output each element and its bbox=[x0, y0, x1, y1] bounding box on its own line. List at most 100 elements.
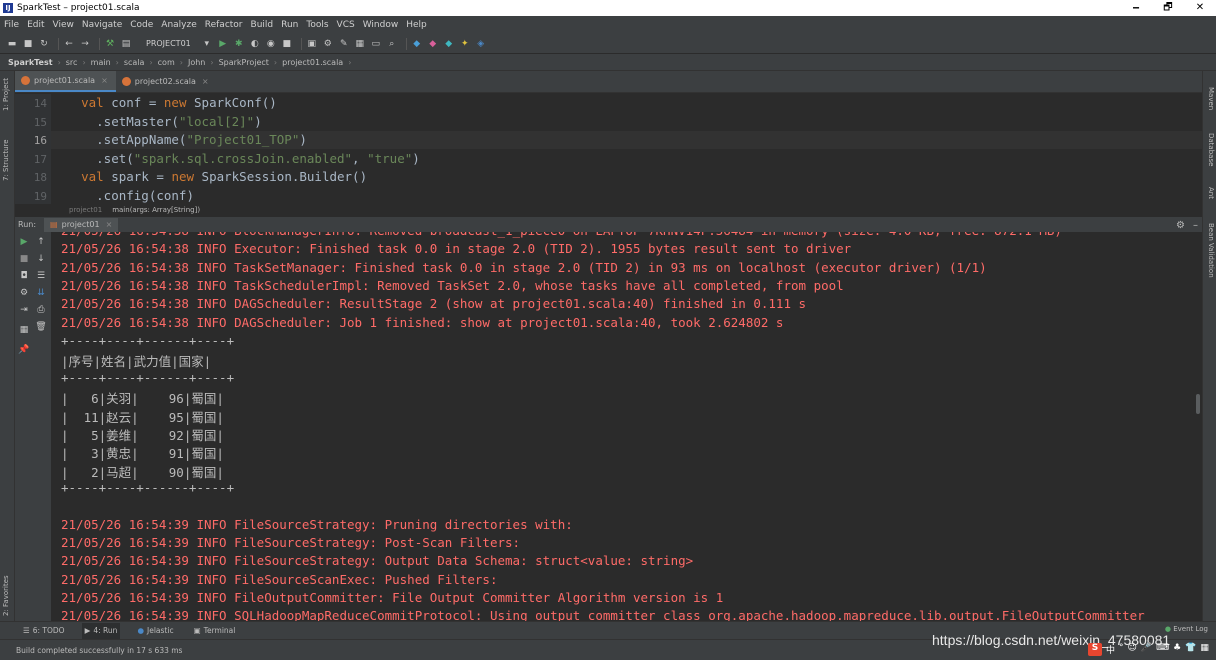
coverage-icon[interactable]: ◐ bbox=[249, 38, 261, 50]
sync-icon[interactable]: ↻ bbox=[38, 38, 50, 50]
run-config-select[interactable]: PROJECT01 bbox=[142, 39, 195, 48]
code-token: new bbox=[163, 95, 195, 110]
stop-icon[interactable]: ■ bbox=[18, 253, 30, 265]
favorites-tool-tab[interactable]: 2: Favorites bbox=[2, 575, 10, 616]
rerun-icon[interactable]: ▶ bbox=[18, 236, 30, 248]
frame-icon[interactable]: ▭ bbox=[370, 38, 382, 50]
menu-analyze[interactable]: Analyze bbox=[161, 20, 196, 30]
shirt-icon[interactable]: 👕 bbox=[1185, 643, 1196, 656]
menu-vcs[interactable]: VCS bbox=[337, 20, 355, 30]
profile-icon[interactable]: ◉ bbox=[265, 38, 277, 50]
menu-file[interactable]: File bbox=[4, 20, 19, 30]
console-scrollbar[interactable] bbox=[1196, 394, 1200, 414]
close-icon[interactable]: × bbox=[106, 220, 113, 229]
trash-icon[interactable]: 🗑 bbox=[35, 321, 47, 333]
code-token: "spark.sql.crossJoin.enabled" bbox=[133, 150, 353, 166]
code-breadcrumb-method[interactable]: main(args: Array[String]) bbox=[112, 206, 200, 214]
plugin-icon-2[interactable]: ◆ bbox=[427, 38, 439, 50]
plugin-icon-3[interactable]: ◆ bbox=[443, 38, 455, 50]
run-tool-tab[interactable]: ▶ 4: Run bbox=[81, 622, 121, 639]
menu-view[interactable]: View bbox=[53, 20, 74, 30]
gear-icon[interactable]: ⚙ bbox=[1176, 220, 1185, 231]
grid-icon[interactable]: ▦ bbox=[1200, 643, 1209, 656]
breadcrumb-main[interactable]: main bbox=[91, 58, 111, 67]
build-status-text: Build completed successfully in 17 s 633… bbox=[16, 645, 183, 655]
search-icon[interactable]: ⌕ bbox=[386, 38, 398, 50]
tab-project01[interactable]: project01.scala × bbox=[15, 71, 116, 92]
plugin-icon-1[interactable]: ◆ bbox=[411, 38, 423, 50]
breadcrumb-file[interactable]: project01.scala bbox=[282, 58, 343, 67]
todo-tool-tab[interactable]: ☰ 6: TODO bbox=[20, 623, 68, 639]
ime-mode-icon[interactable]: 中 bbox=[1106, 643, 1115, 656]
ime-punct-icon[interactable]: ° bbox=[1119, 643, 1124, 656]
event-log-button[interactable]: ● Event Log bbox=[1165, 625, 1208, 633]
exit-icon[interactable]: ⇥ bbox=[18, 304, 30, 316]
menu-navigate[interactable]: Navigate bbox=[82, 20, 122, 30]
back-arrow-icon[interactable]: ← bbox=[63, 38, 75, 50]
plugin-icon-5[interactable]: ◈ bbox=[475, 38, 487, 50]
ant-tool-tab[interactable]: Ant bbox=[1207, 187, 1215, 199]
bean-validation-tool-tab[interactable]: Bean Validation bbox=[1207, 223, 1215, 278]
skin-icon[interactable]: ♣ bbox=[1173, 643, 1181, 656]
menu-build[interactable]: Build bbox=[251, 20, 274, 30]
run-icon[interactable]: ▶ bbox=[217, 38, 229, 50]
breadcrumb-sparkproject[interactable]: SparkProject bbox=[219, 58, 269, 67]
wrench-icon[interactable]: ✎ bbox=[338, 38, 350, 50]
scroll-down-icon[interactable]: ↓ bbox=[35, 253, 47, 265]
left-tool-strip: 1: Project 7: Structure 2: Favorites bbox=[0, 71, 15, 621]
close-icon[interactable]: × bbox=[202, 77, 209, 86]
run-tab-project01[interactable]: ▤ project01 × bbox=[44, 217, 119, 232]
breadcrumb-project[interactable]: SparkTest bbox=[8, 58, 53, 67]
soft-wrap-icon[interactable]: ☰ bbox=[35, 270, 47, 282]
close-icon[interactable]: × bbox=[101, 76, 108, 85]
sdk-icon[interactable]: ⚙ bbox=[322, 38, 334, 50]
print-icon[interactable]: ⎙ bbox=[35, 304, 47, 316]
breadcrumb-scala[interactable]: scala bbox=[124, 58, 145, 67]
database-tool-tab[interactable]: Database bbox=[1207, 133, 1215, 166]
code-token: , bbox=[352, 150, 368, 166]
menu-run[interactable]: Run bbox=[281, 20, 298, 30]
close-button[interactable]: ✕ bbox=[1184, 0, 1216, 16]
tab-project02[interactable]: project02.scala × bbox=[116, 71, 217, 92]
breadcrumb-john[interactable]: John bbox=[188, 58, 205, 67]
menu-help[interactable]: Help bbox=[406, 20, 427, 30]
run-console[interactable]: 21/05/26 16:54:38 INFO BlockManagerInfo:… bbox=[51, 232, 1202, 621]
save-icon[interactable]: ■ bbox=[22, 38, 34, 50]
hide-panel-icon[interactable]: – bbox=[1193, 220, 1198, 231]
code-breadcrumb-object[interactable]: project01 bbox=[69, 206, 102, 214]
menu-tools[interactable]: Tools bbox=[306, 20, 328, 30]
microphone-icon[interactable]: 🎤 bbox=[1141, 643, 1152, 656]
breadcrumb-com[interactable]: com bbox=[158, 58, 175, 67]
pin-icon[interactable]: 📌 bbox=[18, 344, 30, 356]
structure-tool-tab[interactable]: 7: Structure bbox=[2, 139, 10, 181]
terminal-tool-tab[interactable]: ▣ Terminal bbox=[191, 623, 239, 639]
open-folder-icon[interactable]: ▬ bbox=[6, 38, 18, 50]
project-structure-icon[interactable]: ▣ bbox=[306, 38, 318, 50]
layout-icon[interactable]: ▦ bbox=[18, 324, 30, 336]
maximize-button[interactable]: 🗗 bbox=[1152, 0, 1184, 16]
chevron-down-icon[interactable]: ▾ bbox=[201, 38, 213, 50]
debug-icon[interactable]: ✱ bbox=[233, 38, 245, 50]
code-editor[interactable]: val conf = new SparkConf() .setMaster("l… bbox=[51, 94, 1202, 204]
build-hammer-icon[interactable]: ⚒ bbox=[104, 38, 116, 50]
camera-icon[interactable]: ◘ bbox=[18, 270, 30, 282]
project-tool-tab[interactable]: 1: Project bbox=[2, 78, 10, 111]
menu-refactor[interactable]: Refactor bbox=[205, 20, 243, 30]
sogou-ime-icon[interactable]: S bbox=[1088, 643, 1102, 656]
menu-code[interactable]: Code bbox=[130, 20, 153, 30]
terminal-icon[interactable]: ▦ bbox=[354, 38, 366, 50]
settings-icon[interactable]: ⚙ bbox=[18, 287, 30, 299]
menu-window[interactable]: Window bbox=[363, 20, 399, 30]
forward-arrow-icon[interactable]: → bbox=[79, 38, 91, 50]
keyboard-icon[interactable]: ⌨ bbox=[1156, 643, 1169, 656]
ime-emoji-icon[interactable]: ☺ bbox=[1128, 643, 1137, 656]
plugin-icon-4[interactable]: ✦ bbox=[459, 38, 471, 50]
minimize-button[interactable]: 🗕 bbox=[1120, 0, 1152, 16]
scroll-to-end-icon[interactable]: ⇊ bbox=[35, 287, 47, 299]
maven-tool-tab[interactable]: Maven bbox=[1207, 87, 1215, 110]
jelastic-tool-tab[interactable]: ● Jelastic bbox=[134, 623, 176, 639]
breadcrumb-src[interactable]: src bbox=[66, 58, 78, 67]
stop-icon[interactable]: ■ bbox=[281, 38, 293, 50]
menu-edit[interactable]: Edit bbox=[27, 20, 44, 30]
scroll-up-icon[interactable]: ↑ bbox=[35, 236, 47, 248]
